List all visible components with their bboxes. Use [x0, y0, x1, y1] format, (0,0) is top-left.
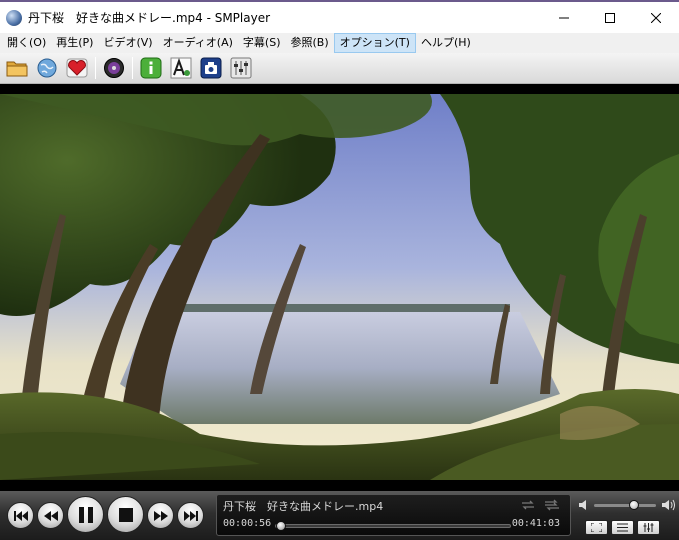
next-button[interactable]	[177, 502, 204, 529]
open-folder-icon	[6, 61, 28, 77]
close-button[interactable]	[633, 2, 679, 33]
now-playing-title: 丹下桜 好きな曲メドレー.mp4	[223, 500, 384, 513]
seek-bar[interactable]	[275, 521, 511, 531]
repeat-icon[interactable]	[520, 499, 536, 511]
open-url-icon	[37, 58, 57, 78]
view-buttons	[585, 520, 660, 535]
subtitle-font-button[interactable]	[168, 55, 194, 81]
volume-low-icon[interactable]	[578, 499, 590, 511]
open-folder-button[interactable]	[4, 55, 30, 81]
volume-control	[578, 497, 678, 513]
menu-subtitles[interactable]: 字幕(S)	[238, 33, 286, 53]
info-button[interactable]	[138, 55, 164, 81]
screenshot-camera-icon	[200, 57, 222, 79]
seek-handle[interactable]	[276, 521, 287, 531]
playlist-button[interactable]	[611, 520, 634, 535]
volume-handle[interactable]	[629, 500, 640, 510]
rewind-button[interactable]	[37, 502, 64, 529]
open-url-button[interactable]	[34, 55, 60, 81]
close-icon	[651, 12, 661, 23]
window-title: 丹下桜 好きな曲メドレー.mp4 - SMPlayer	[28, 11, 271, 25]
now-playing-display: 丹下桜 好きな曲メドレー.mp4 00:00:56 00:41:03	[216, 494, 571, 536]
smplayer-icon[interactable]	[6, 9, 22, 26]
equalizer-toggle-button[interactable]	[637, 520, 660, 535]
video-frame	[0, 94, 679, 480]
toolbar-separator	[132, 57, 133, 79]
forward-button[interactable]	[147, 502, 174, 529]
menu-browse[interactable]: 参照(B)	[286, 33, 334, 53]
elapsed-time: 00:00:56	[223, 518, 272, 529]
equalizer-small-icon	[643, 523, 654, 532]
minimize-icon	[559, 17, 569, 18]
toolbar-separator	[95, 57, 96, 79]
equalizer-button[interactable]	[228, 55, 254, 81]
favorites-button[interactable]	[64, 55, 90, 81]
menu-open[interactable]: 開く(O)	[2, 33, 51, 53]
shuffle-icon[interactable]	[544, 499, 560, 511]
skip-previous-icon	[13, 510, 28, 521]
favorites-heart-icon	[66, 58, 88, 78]
screenshot-button[interactable]	[198, 55, 224, 81]
volume-high-icon[interactable]	[661, 499, 675, 511]
maximize-icon	[605, 12, 615, 23]
info-icon	[140, 57, 162, 79]
total-time: 00:41:03	[511, 518, 560, 529]
display-icons	[520, 499, 560, 511]
disc-button[interactable]	[101, 55, 127, 81]
disc-icon	[104, 58, 124, 78]
skip-next-icon	[183, 510, 198, 521]
maximize-button[interactable]	[587, 2, 633, 33]
volume-slider[interactable]	[594, 500, 656, 510]
video-area[interactable]	[0, 84, 679, 491]
fullscreen-button[interactable]	[585, 520, 608, 535]
rewind-icon	[43, 510, 58, 521]
menu-play[interactable]: 再生(P)	[51, 33, 98, 53]
pause-button[interactable]	[67, 496, 104, 533]
menu-audio[interactable]: オーディオ(A)	[158, 33, 238, 53]
toolbar	[0, 53, 679, 84]
menu-video[interactable]: ビデオ(V)	[98, 33, 157, 53]
minimize-button[interactable]	[541, 2, 587, 33]
window-controls	[541, 2, 679, 33]
pause-icon	[78, 506, 93, 523]
font-subtitle-icon	[170, 57, 192, 79]
playlist-icon	[617, 523, 628, 532]
menu-options[interactable]: オプション(T)	[333, 33, 416, 53]
stop-button[interactable]	[107, 496, 144, 533]
title-bar: 丹下桜 好きな曲メドレー.mp4 - SMPlayer	[0, 0, 679, 33]
stop-icon	[118, 507, 133, 522]
previous-button[interactable]	[7, 502, 34, 529]
fullscreen-icon	[591, 523, 602, 532]
fast-forward-icon	[153, 510, 168, 521]
equalizer-icon	[230, 57, 252, 79]
menu-bar: 開く(O) 再生(P) ビデオ(V) オーディオ(A) 字幕(S) 参照(B) …	[0, 33, 679, 53]
menu-help[interactable]: ヘルプ(H)	[416, 33, 476, 53]
control-bar: 丹下桜 好きな曲メドレー.mp4 00:00:56 00:41:03	[0, 491, 679, 540]
